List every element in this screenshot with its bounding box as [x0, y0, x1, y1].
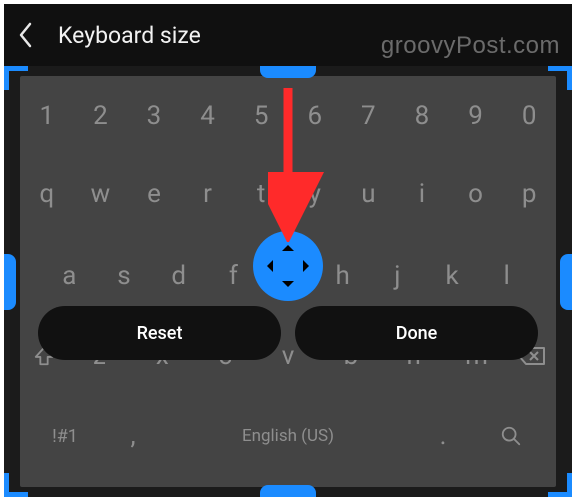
- key-7[interactable]: 7: [342, 101, 396, 131]
- key-r[interactable]: r: [181, 179, 235, 209]
- key-9[interactable]: 9: [449, 101, 503, 131]
- screenshot-frame: Keyboard size groovyPost.com 1 2 3 4 5 6…: [0, 0, 576, 501]
- resize-handle-top[interactable]: [260, 66, 316, 78]
- key-u[interactable]: u: [342, 179, 396, 209]
- key-s[interactable]: s: [97, 261, 152, 291]
- done-button-label: Done: [396, 323, 438, 344]
- search-key[interactable]: [483, 414, 539, 458]
- page-title: Keyboard size: [58, 22, 201, 49]
- key-1[interactable]: 1: [20, 101, 74, 131]
- language-label: English (US): [242, 426, 334, 446]
- done-button[interactable]: Done: [295, 306, 538, 360]
- key-row-bottom: !#1 , English (US) .: [20, 412, 556, 460]
- resize-handle-bottom[interactable]: [260, 485, 316, 497]
- reset-button-label: Reset: [137, 323, 183, 344]
- reset-button[interactable]: Reset: [38, 306, 281, 360]
- key-8[interactable]: 8: [395, 101, 449, 131]
- key-4[interactable]: 4: [181, 101, 235, 131]
- key-l[interactable]: l: [479, 261, 534, 291]
- key-t[interactable]: t: [234, 179, 288, 209]
- triangle-down-icon: [282, 281, 294, 293]
- key-k[interactable]: k: [425, 261, 480, 291]
- key-w[interactable]: w: [74, 179, 128, 209]
- resize-handle-right[interactable]: [560, 254, 572, 310]
- key-2[interactable]: 2: [74, 101, 128, 131]
- key-h[interactable]: h: [315, 261, 370, 291]
- key-e[interactable]: e: [127, 179, 181, 209]
- app-header: Keyboard size groovyPost.com: [4, 4, 572, 66]
- chevron-left-icon: [18, 22, 34, 48]
- action-button-bar: Reset Done: [38, 306, 538, 360]
- key-j[interactable]: j: [370, 261, 425, 291]
- key-row-numbers: 1 2 3 4 5 6 7 8 9 0: [20, 92, 556, 140]
- search-icon: [500, 425, 522, 447]
- resize-handle-left[interactable]: [4, 254, 16, 310]
- key-0[interactable]: 0: [502, 101, 556, 131]
- triangle-right-icon: [303, 260, 315, 272]
- back-button[interactable]: [16, 25, 36, 45]
- key-o[interactable]: o: [449, 179, 503, 209]
- key-d[interactable]: d: [151, 261, 206, 291]
- key-i[interactable]: i: [395, 179, 449, 209]
- key-6[interactable]: 6: [288, 101, 342, 131]
- key-5[interactable]: 5: [234, 101, 288, 131]
- key-q[interactable]: q: [20, 179, 74, 209]
- comma-key[interactable]: ,: [110, 421, 156, 451]
- watermark-text: groovyPost.com: [381, 32, 560, 60]
- triangle-left-icon: [261, 260, 273, 272]
- key-a[interactable]: a: [42, 261, 97, 291]
- key-p[interactable]: p: [502, 179, 556, 209]
- triangle-up-icon: [282, 239, 294, 251]
- key-y[interactable]: y: [288, 179, 342, 209]
- key-row-qwerty: q w e r t y u i o p: [20, 170, 556, 218]
- symbols-key[interactable]: !#1: [37, 426, 93, 447]
- key-3[interactable]: 3: [127, 101, 181, 131]
- period-key[interactable]: .: [420, 421, 466, 451]
- spacebar-key[interactable]: English (US): [173, 426, 403, 446]
- move-keyboard-knob[interactable]: [253, 231, 323, 301]
- keyboard-resize-area: 1 2 3 4 5 6 7 8 9 0 q w e r t y u i o: [4, 66, 572, 497]
